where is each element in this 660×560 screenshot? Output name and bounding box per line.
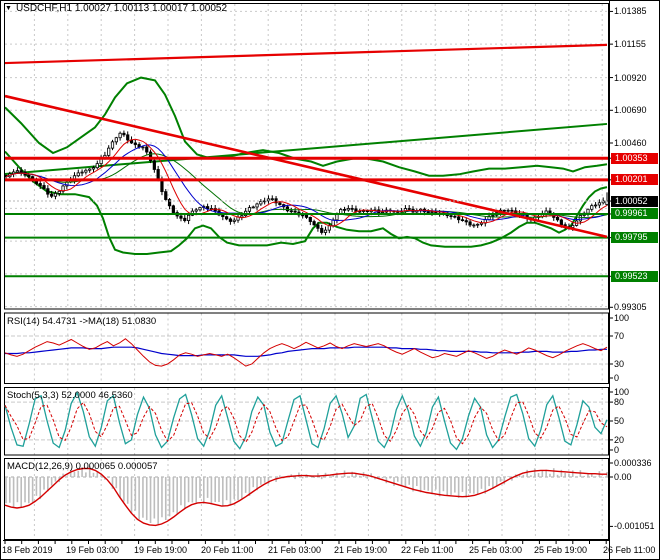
support-level-badge: 0.99523 <box>611 270 658 282</box>
rsi-indicator-label: RSI(14) 54.4731 ->MA(18) 51.0830 <box>7 316 157 327</box>
resistance-level-badge: 1.00353 <box>611 152 658 164</box>
macd-axis-label: -0.001051 <box>614 521 655 532</box>
chart-canvas[interactable] <box>1 1 660 560</box>
chart-window: ▼ USDCHF,H1 1.00027 1.00113 1.00017 1.00… <box>0 0 660 560</box>
rsi-axis-label: 0 <box>614 373 620 383</box>
rsi-axis-label: 30 <box>614 359 625 369</box>
x-axis-label: 18 Feb 2019 <box>2 545 53 555</box>
macd-indicator-label: MACD(12,26,9) 0.000065 0.000057 <box>7 461 158 472</box>
price-axis-label: 1.00920 <box>614 72 647 83</box>
stoch-axis-label: 20 <box>614 434 625 445</box>
price-axis-label: 1.01155 <box>614 39 646 50</box>
price-axis-label: 1.00460 <box>614 138 647 148</box>
price-axis-label: 1.01385 <box>614 6 647 17</box>
x-axis-label: 25 Feb 19:00 <box>534 545 588 555</box>
support-level-badge: 0.99795 <box>611 232 658 244</box>
x-axis-label: 22 Feb 11:00 <box>401 545 454 555</box>
stoch-axis-label: 50 <box>614 416 625 426</box>
chart-title: USDCHF,H1 1.00027 1.00113 1.00017 1.0005… <box>15 3 228 14</box>
stoch-axis-label: 100 <box>614 387 630 397</box>
macd-axis-label: 0.00 <box>614 472 632 482</box>
resistance-level-badge: 1.00201 <box>611 174 658 186</box>
x-axis-label: 21 Feb 19:00 <box>334 545 388 555</box>
x-axis-label: 25 Feb 03:00 <box>469 545 523 555</box>
x-axis-label: 26 Feb 11:00 <box>603 545 656 555</box>
x-axis-label: 21 Feb 03:00 <box>268 545 322 555</box>
x-axis-label: 19 Feb 03:00 <box>66 545 120 555</box>
stoch-axis-label: 0 <box>614 445 620 455</box>
price-axis-label: 0.99305 <box>614 302 647 313</box>
x-axis-label: 19 Feb 19:00 <box>134 545 188 555</box>
price-axis-label: 1.00690 <box>614 105 647 116</box>
support-level-badge: 0.99961 <box>611 208 658 220</box>
collapse-chart-icon[interactable]: ▼ <box>5 4 12 14</box>
stoch-axis-label: 80 <box>614 397 625 408</box>
rsi-axis-label: 70 <box>614 331 625 341</box>
macd-axis-label: 0.000336 <box>614 458 652 468</box>
current-price-badge: 1.00052 <box>611 195 658 207</box>
stoch-indicator-label: Stoch(5,3,3) 52.0000 46.5360 <box>7 390 133 401</box>
rsi-axis-label: 100 <box>614 313 630 323</box>
chart-title-bar: ▼ USDCHF,H1 1.00027 1.00113 1.00017 1.00… <box>5 3 227 14</box>
x-axis-label: 20 Feb 11:00 <box>201 545 254 555</box>
